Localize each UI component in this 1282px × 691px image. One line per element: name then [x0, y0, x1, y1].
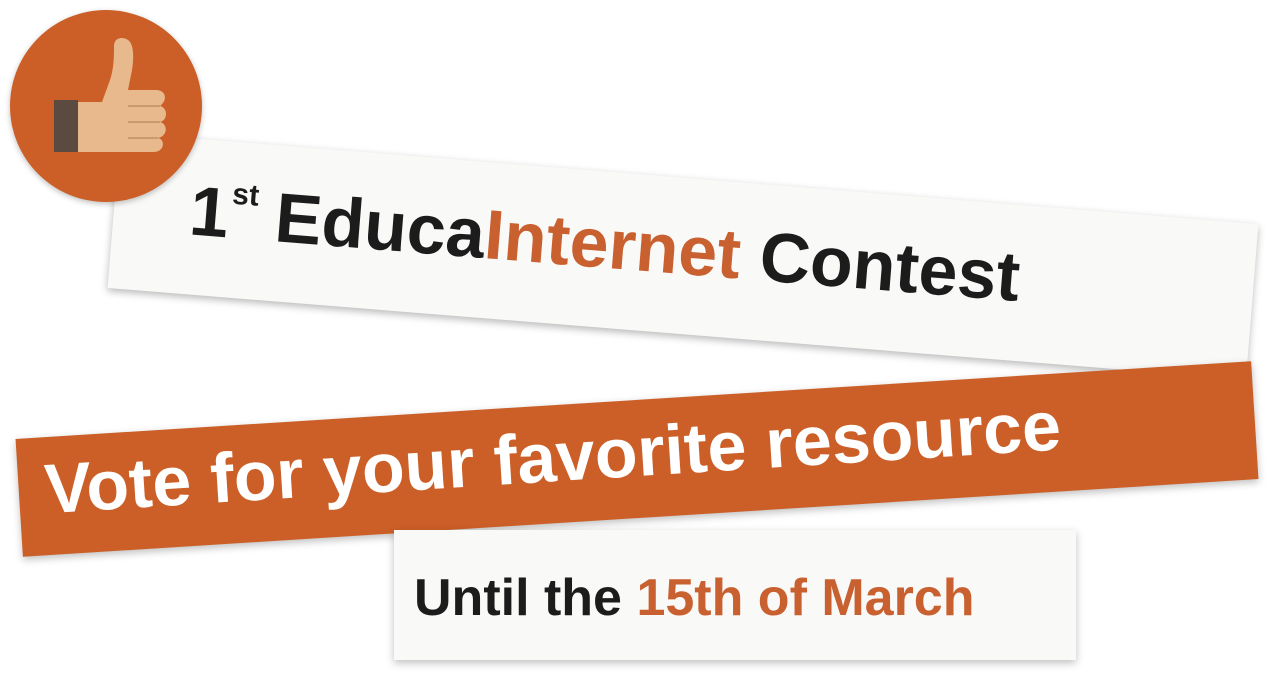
title-brand-part2: Internet [481, 195, 744, 294]
vote-banner: Vote for your favorite resource [15, 361, 1259, 557]
title-brand-part1: Educa [272, 178, 488, 273]
deadline-banner: Until the 15th of March [394, 530, 1076, 660]
thumb-hand [78, 38, 166, 152]
title-ordinal-suffix: st [231, 177, 261, 213]
deadline-prefix: Until the [414, 569, 622, 627]
title-banner: 1st EducaInternet Contest [107, 132, 1259, 380]
title-word: Contest [756, 217, 1023, 316]
vote-text: Vote for your favorite resource [42, 386, 1064, 529]
deadline-date: 15th of March [636, 569, 975, 627]
deadline-text: Until the 15th of March [414, 568, 975, 628]
contest-title: 1st EducaInternet Contest [187, 170, 1023, 317]
thumbs-up-badge [10, 10, 202, 202]
thumb-sleeve [54, 100, 78, 152]
thumbs-up-icon [54, 38, 166, 152]
